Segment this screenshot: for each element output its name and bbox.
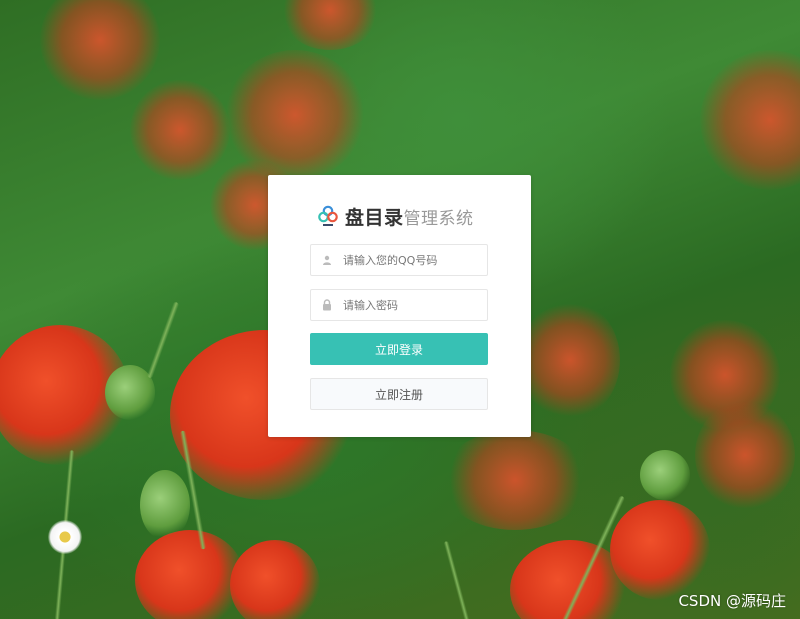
brand-header: 盘目录 管理系统 (316, 203, 474, 229)
brand-subtitle: 管理系统 (403, 208, 474, 229)
lock-icon (320, 298, 334, 312)
password-field[interactable] (310, 289, 488, 321)
watermark-text: CSDN @源码庄 (678, 592, 786, 610)
login-card: 盘目录 管理系统 立即登录 立即注册 (268, 175, 531, 437)
password-input[interactable] (343, 298, 483, 312)
brand-name: 盘目录 (345, 206, 404, 229)
user-icon (320, 253, 334, 267)
cloud-rings-logo-icon (316, 204, 340, 228)
register-button[interactable]: 立即注册 (310, 378, 488, 410)
username-input[interactable] (343, 253, 483, 267)
login-button[interactable]: 立即登录 (310, 333, 488, 365)
username-field[interactable] (310, 244, 488, 276)
daisy-flower (48, 520, 82, 554)
